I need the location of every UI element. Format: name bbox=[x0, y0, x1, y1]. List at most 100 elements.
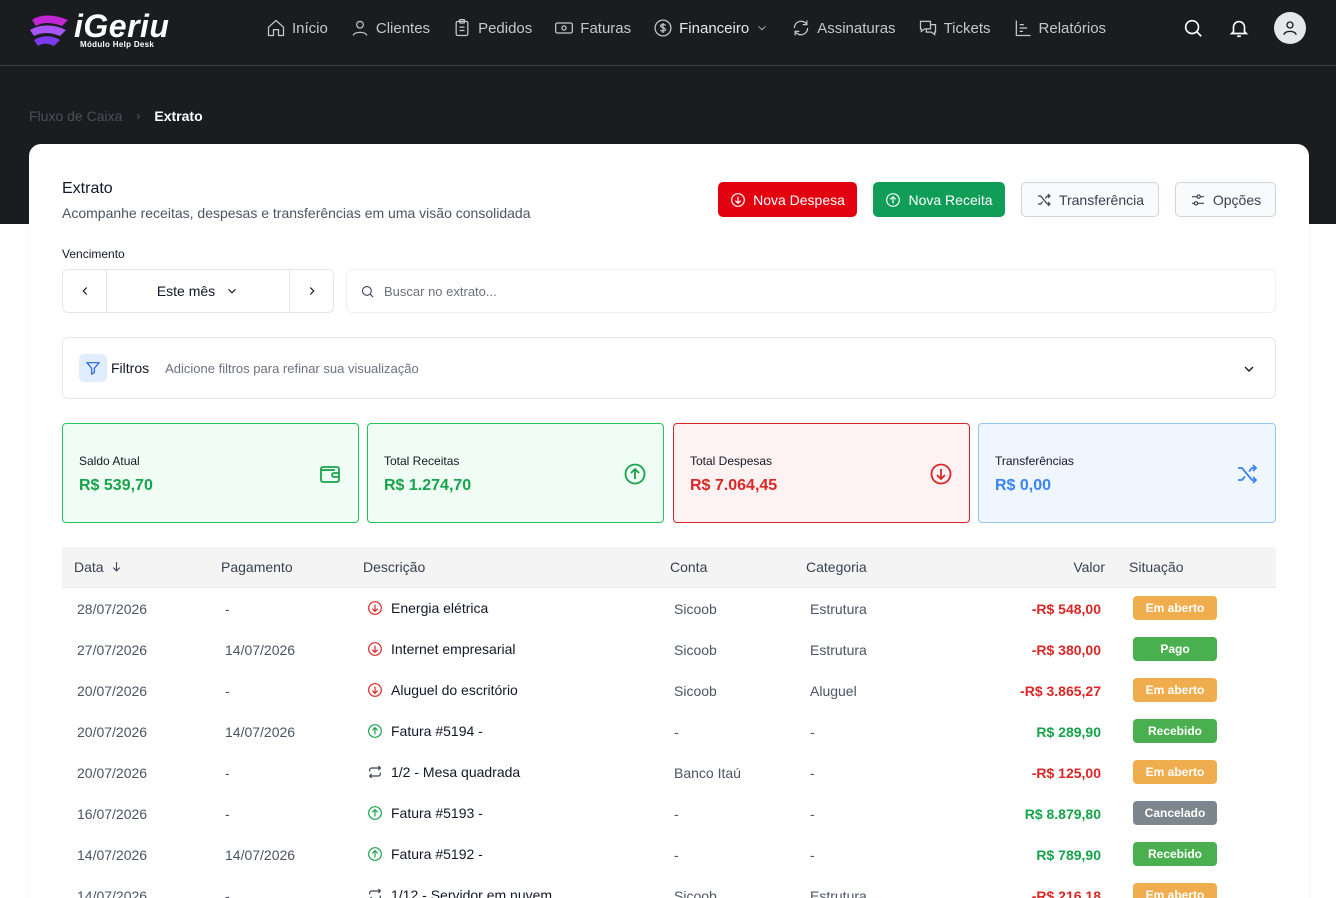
stat-label: Transferências bbox=[995, 454, 1074, 468]
cell-descricao[interactable]: Internet empresarial bbox=[367, 641, 516, 657]
arrow-up-circle-icon bbox=[368, 847, 382, 861]
column-header-categoria[interactable]: Categoria bbox=[806, 559, 867, 575]
table-row[interactable]: 20/07/2026 - Aluguel do escritório Sicoob Al… bbox=[62, 670, 1276, 711]
status-badge[interactable]: Em aberto bbox=[1133, 596, 1217, 620]
nav-relatorios[interactable]: Relatórios bbox=[1013, 18, 1107, 38]
shuffle-icon bbox=[1238, 464, 1258, 484]
nav-tickets[interactable]: Tickets bbox=[918, 18, 991, 38]
column-header-pagamento[interactable]: Pagamento bbox=[221, 559, 293, 575]
table-row[interactable]: 27/07/2026 14/07/2026 Internet empresarial… bbox=[62, 629, 1276, 670]
period-next-button[interactable] bbox=[289, 270, 333, 312]
chevron-down-icon[interactable] bbox=[1241, 361, 1257, 377]
status-badge[interactable]: Cancelado bbox=[1133, 801, 1217, 825]
filters-panel[interactable]: Filtros Adicione filtros para refinar su… bbox=[62, 337, 1276, 399]
cell-valor: -R$ 3.865,27 bbox=[1020, 683, 1101, 699]
nav-label: Tickets bbox=[943, 19, 991, 37]
cell-valor: -R$ 548,00 bbox=[1031, 601, 1101, 617]
cell-pagamento: - bbox=[225, 683, 230, 699]
cell-pagamento: 14/07/2026 bbox=[225, 847, 296, 863]
page-subtitle: Acompanhe receitas, despesas e transferê… bbox=[62, 205, 531, 221]
table-header: Data Pagamento Descrição Conta Categoria… bbox=[62, 547, 1276, 588]
filters-label: Filtros bbox=[111, 360, 150, 376]
column-header-data[interactable]: Data bbox=[74, 559, 123, 575]
nav-label: Relatórios bbox=[1038, 19, 1107, 37]
nova-receita-label: Nova Receita bbox=[908, 191, 993, 208]
cell-data: 20/07/2026 bbox=[77, 683, 148, 699]
status-badge[interactable]: Recebido bbox=[1133, 719, 1217, 743]
cell-conta: - bbox=[674, 724, 679, 740]
chevron-down-icon bbox=[758, 25, 766, 31]
search-icon[interactable] bbox=[1182, 17, 1204, 39]
breadcrumb-fluxo-de-caixa[interactable]: Fluxo de Caixa bbox=[29, 108, 122, 124]
search-box bbox=[346, 269, 1276, 313]
transferencia-button[interactable]: Transferência bbox=[1021, 182, 1159, 217]
stat-value: R$ 7.064,45 bbox=[690, 477, 778, 494]
nav-assinaturas[interactable]: Assinaturas bbox=[791, 18, 896, 38]
table-row[interactable]: 20/07/2026 14/07/2026 Fatura #5194 - - - R$ 2… bbox=[62, 711, 1276, 752]
page-title: Extrato bbox=[62, 180, 113, 197]
nova-receita-button[interactable]: Nova Receita bbox=[873, 182, 1005, 217]
cell-descricao[interactable]: 1/12 - Servidor em nuvem bbox=[367, 887, 552, 898]
table-body: 28/07/2026 - Energia elétrica Sicoob Estrutu… bbox=[62, 588, 1276, 898]
cell-descricao[interactable]: Fatura #5192 - bbox=[367, 846, 483, 862]
nav-label: Financeiro bbox=[679, 19, 750, 37]
cell-descricao[interactable]: 1/2 - Mesa quadrada bbox=[367, 764, 520, 780]
cell-conta: Sicoob bbox=[674, 601, 717, 617]
nav-pedidos[interactable]: Pedidos bbox=[452, 18, 532, 38]
cell-conta: - bbox=[674, 847, 679, 863]
nav-label: Clientes bbox=[375, 19, 431, 37]
arrow-down-circle-icon bbox=[368, 601, 382, 615]
app-logo[interactable]: iGeriu Módulo Help Desk bbox=[28, 8, 188, 52]
opcoes-button[interactable]: Opções bbox=[1175, 182, 1276, 217]
cell-valor: R$ 789,90 bbox=[1036, 847, 1101, 863]
cell-pagamento: 14/07/2026 bbox=[225, 724, 296, 740]
cell-descricao[interactable]: Fatura #5194 - bbox=[367, 723, 483, 739]
period-value: Este mês bbox=[156, 283, 216, 299]
column-header-descricao[interactable]: Descrição bbox=[363, 559, 425, 575]
breadcrumb-current: Extrato bbox=[154, 108, 203, 124]
chevron-right-icon bbox=[309, 287, 315, 295]
arrow-down-circle-icon bbox=[368, 642, 382, 656]
cell-descricao[interactable]: Aluguel do escritório bbox=[367, 682, 518, 698]
status-badge[interactable]: Pago bbox=[1133, 637, 1217, 661]
nav-financeiro[interactable]: Financeiro bbox=[653, 18, 769, 38]
avatar[interactable] bbox=[1274, 12, 1306, 44]
cell-descricao[interactable]: Energia elétrica bbox=[367, 600, 488, 616]
top-navbar: iGeriu Módulo Help Desk Início Clientes … bbox=[0, 0, 1336, 66]
user-icon bbox=[1283, 21, 1297, 35]
column-header-conta[interactable]: Conta bbox=[670, 559, 707, 575]
nav-faturas[interactable]: Faturas bbox=[554, 18, 631, 38]
period-dropdown[interactable]: Este mês bbox=[107, 283, 289, 299]
cell-data: 14/07/2026 bbox=[77, 847, 148, 863]
period-prev-button[interactable] bbox=[63, 270, 107, 312]
cell-conta: Sicoob bbox=[674, 642, 717, 658]
table-row[interactable]: 14/07/2026 - 1/12 - Servidor em nuvem Sicoo… bbox=[62, 875, 1276, 898]
table-row[interactable]: 28/07/2026 - Energia elétrica Sicoob Estrutu… bbox=[62, 588, 1276, 629]
descricao-text: Fatura #5194 - bbox=[391, 723, 483, 739]
dollar-circle-icon bbox=[654, 19, 672, 37]
nova-despesa-button[interactable]: Nova Despesa bbox=[718, 182, 857, 217]
repeat-icon bbox=[369, 888, 382, 898]
status-badge[interactable]: Em aberto bbox=[1133, 760, 1217, 784]
status-badge[interactable]: Em aberto bbox=[1133, 678, 1217, 702]
bell-icon[interactable] bbox=[1228, 17, 1250, 39]
table-row[interactable]: 16/07/2026 - Fatura #5193 - - - R$ 8.879,80 Ca… bbox=[62, 793, 1276, 834]
table-row[interactable]: 14/07/2026 14/07/2026 Fatura #5192 - - - R$ 7… bbox=[62, 834, 1276, 875]
nav-clientes[interactable]: Clientes bbox=[350, 18, 430, 38]
status-badge[interactable]: Recebido bbox=[1133, 842, 1217, 866]
banknote-icon bbox=[555, 22, 574, 34]
table-row[interactable]: 20/07/2026 - 1/2 - Mesa quadrada Banco Itaú… bbox=[62, 752, 1276, 793]
nav-inicio[interactable]: Início bbox=[266, 18, 328, 38]
cell-categoria: Estrutura bbox=[810, 888, 867, 898]
cell-descricao[interactable]: Fatura #5193 - bbox=[367, 805, 483, 821]
nav-label: Início bbox=[292, 19, 328, 37]
report-icon bbox=[1015, 20, 1031, 37]
stat-saldo-atual: Saldo Atual R$ 539,70 bbox=[62, 423, 359, 523]
column-header-valor[interactable]: Valor bbox=[1073, 559, 1105, 575]
cell-valor: R$ 8.879,80 bbox=[1024, 806, 1101, 822]
extrato-table: Data Pagamento Descrição Conta Categoria… bbox=[62, 547, 1276, 898]
search-input[interactable] bbox=[384, 283, 1264, 299]
status-badge[interactable]: Em aberto bbox=[1133, 883, 1217, 898]
chevron-down-icon bbox=[228, 288, 237, 294]
column-header-situacao[interactable]: Situação bbox=[1129, 559, 1183, 575]
